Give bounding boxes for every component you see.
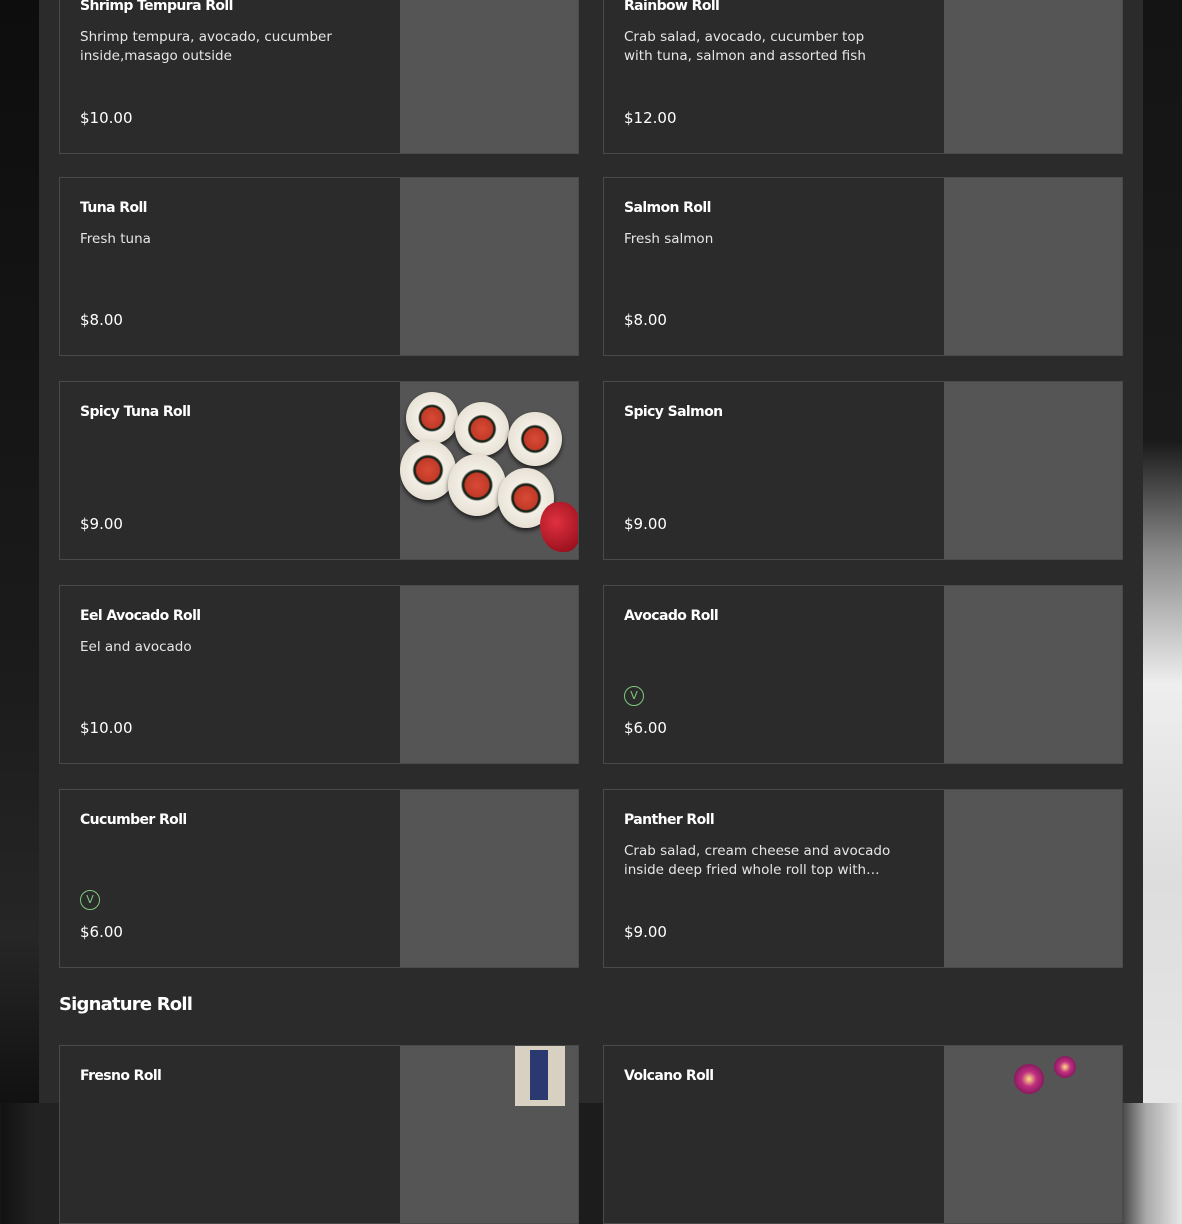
menu-item-card[interactable]: Avocado Roll V $6.00 bbox=[603, 585, 1123, 764]
menu-item-image bbox=[944, 790, 1122, 967]
menu-item-price: $10.00 bbox=[80, 719, 133, 737]
menu-item-card[interactable]: Cucumber Roll V $6.00 bbox=[59, 789, 579, 968]
menu-item-title: Shrimp Tempura Roll bbox=[80, 0, 233, 14]
menu-item-title: Eel Avocado Roll bbox=[80, 608, 201, 624]
background-right bbox=[1143, 0, 1182, 1103]
menu-item-image bbox=[400, 178, 578, 355]
menu-item-price: $12.00 bbox=[624, 109, 677, 127]
menu-item-description: Fresh tuna bbox=[80, 231, 151, 247]
section-heading-signature-roll: Signature Roll bbox=[59, 994, 193, 1015]
menu-item-image bbox=[400, 790, 578, 967]
menu-item-title: Avocado Roll bbox=[624, 608, 719, 624]
menu-item-title: Panther Roll bbox=[624, 812, 715, 828]
menu-item-image bbox=[944, 382, 1122, 559]
menu-item-price: $9.00 bbox=[624, 923, 667, 941]
menu-item-card[interactable]: Tuna Roll Fresh tuna $8.00 bbox=[59, 177, 579, 356]
menu-item-card[interactable]: Spicy Salmon $9.00 bbox=[603, 381, 1123, 560]
menu-item-price: $8.00 bbox=[624, 311, 667, 329]
vegetarian-icon: V bbox=[80, 890, 100, 910]
menu-item-description: Eel and avocado bbox=[80, 639, 192, 655]
menu-item-image bbox=[944, 0, 1122, 153]
menu-item-price: $9.00 bbox=[80, 515, 123, 533]
menu-item-image bbox=[944, 1046, 1122, 1223]
menu-item-description: Shrimp tempura, avocado, cucumber inside… bbox=[80, 29, 332, 64]
menu-item-card[interactable]: Spicy Tuna Roll $9.00 bbox=[59, 381, 579, 560]
menu-item-title: Cucumber Roll bbox=[80, 812, 187, 828]
menu-item-title: Volcano Roll bbox=[624, 1068, 714, 1084]
menu-item-description: Fresh salmon bbox=[624, 231, 714, 247]
menu-item-card[interactable]: Salmon Roll Fresh salmon $8.00 bbox=[603, 177, 1123, 356]
menu-item-image bbox=[400, 586, 578, 763]
menu-item-price: $8.00 bbox=[80, 311, 123, 329]
menu-item-title: Salmon Roll bbox=[624, 200, 711, 216]
menu-item-card[interactable]: Volcano Roll bbox=[603, 1045, 1123, 1224]
menu-item-card[interactable]: Shrimp Tempura Roll Shrimp tempura, avoc… bbox=[59, 0, 579, 154]
menu-item-title: Rainbow Roll bbox=[624, 0, 720, 14]
sushi-roll-photo bbox=[400, 382, 578, 559]
menu-item-price: $9.00 bbox=[624, 515, 667, 533]
menu-item-card[interactable]: Eel Avocado Roll Eel and avocado $10.00 bbox=[59, 585, 579, 764]
background-left bbox=[0, 0, 39, 1103]
menu-item-image bbox=[944, 178, 1122, 355]
menu-item-card[interactable]: Panther Roll Crab salad, cream cheese an… bbox=[603, 789, 1123, 968]
menu-item-title: Spicy Tuna Roll bbox=[80, 404, 191, 420]
menu-item-image bbox=[400, 0, 578, 153]
menu-item-description: Crab salad, avocado, cucumber top with t… bbox=[624, 29, 866, 64]
menu-item-card[interactable]: Rainbow Roll Crab salad, avocado, cucumb… bbox=[603, 0, 1123, 154]
menu-item-description: Crab salad, cream cheese and avocado ins… bbox=[624, 843, 891, 878]
menu-item-image bbox=[400, 1046, 578, 1223]
menu-item-title: Fresno Roll bbox=[80, 1068, 162, 1084]
menu-item-price: $6.00 bbox=[80, 923, 123, 941]
menu-item-title: Spicy Salmon bbox=[624, 404, 723, 420]
menu-item-title: Tuna Roll bbox=[80, 200, 147, 216]
vegetarian-icon: V bbox=[624, 686, 644, 706]
menu-item-price: $6.00 bbox=[624, 719, 667, 737]
menu-item-image bbox=[944, 586, 1122, 763]
menu-item-price: $10.00 bbox=[80, 109, 133, 127]
menu-item-card[interactable]: Fresno Roll bbox=[59, 1045, 579, 1224]
